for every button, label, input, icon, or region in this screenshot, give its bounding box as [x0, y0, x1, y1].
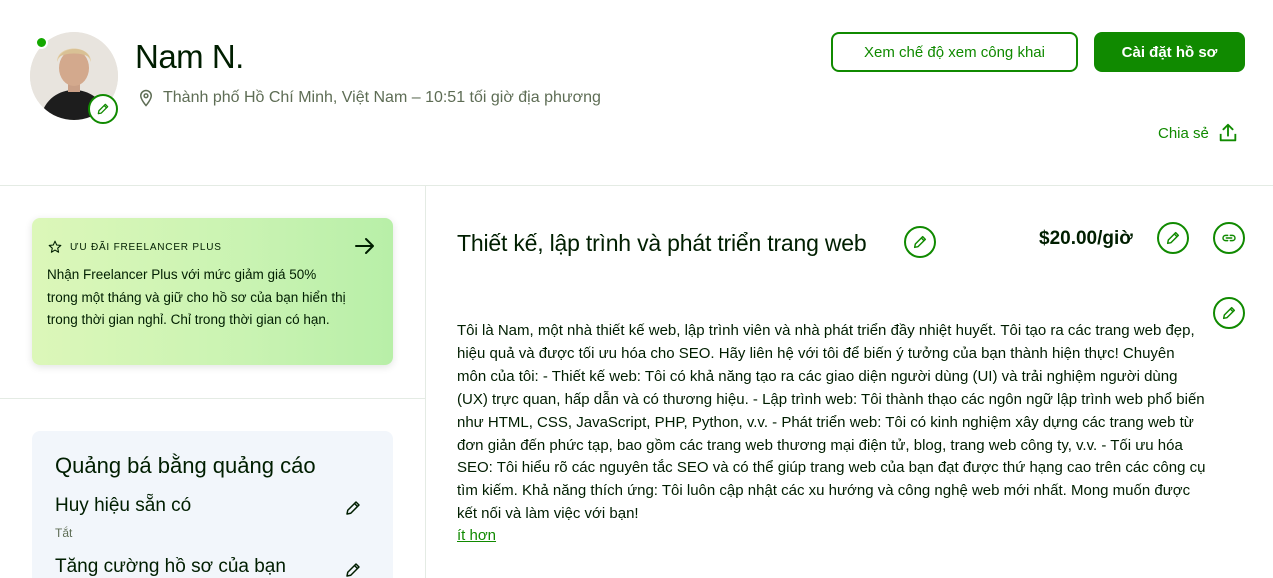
online-status-dot	[35, 36, 48, 49]
main-content: Thiết kế, lập trình và phát triển trang …	[427, 186, 1273, 578]
share-label: Chia sẻ	[1158, 124, 1209, 142]
location-text: Thành phố Hồ Chí Minh, Việt Nam – 10:51 …	[163, 89, 601, 106]
link-icon	[1222, 234, 1236, 242]
promo-tag: ƯU ĐÃI FREELANCER PLUS	[48, 240, 222, 254]
arrow-right-icon	[355, 238, 374, 254]
pencil-icon	[1166, 231, 1180, 245]
profile-name: Nam N.	[135, 38, 244, 75]
copy-link-button[interactable]	[1213, 222, 1245, 254]
freelancer-plus-promo[interactable]: ƯU ĐÃI FREELANCER PLUS Nhận Freelancer P…	[32, 218, 393, 365]
profile-location: Thành phố Hồ Chí Minh, Việt Nam – 10:51 …	[137, 88, 601, 108]
avatar-container	[30, 32, 120, 124]
ads-promotion-card: Quảng bá bằng quảng cáo Huy hiệu sẵn có …	[32, 431, 393, 578]
avatar-edit-button[interactable]	[88, 94, 118, 124]
profile-title: Thiết kế, lập trình và phát triển trang …	[457, 230, 867, 256]
location-pin-icon	[139, 89, 153, 107]
boost-label: Tăng cường hồ sơ của bạn	[55, 556, 286, 577]
left-sidebar: ƯU ĐÃI FREELANCER PLUS Nhận Freelancer P…	[0, 186, 426, 578]
profile-header: Nam N. Thành phố Hồ Chí Minh, Việt Nam –…	[0, 0, 1273, 186]
promo-arrow-button[interactable]	[353, 234, 377, 263]
badge-value: Tắt	[55, 526, 73, 540]
left-divider	[0, 398, 426, 399]
public-view-button[interactable]: Xem chế độ xem công khai	[831, 32, 1078, 72]
pencil-icon	[346, 563, 360, 577]
star-icon	[48, 240, 62, 253]
share-button[interactable]: Chia sẻ	[1158, 122, 1239, 144]
badge-label: Huy hiệu sẵn có	[55, 495, 192, 516]
pencil-icon	[913, 235, 927, 249]
edit-description-button[interactable]	[1213, 297, 1245, 329]
profile-description: Tôi là Nam, một nhà thiết kế web, lập tr…	[457, 322, 1206, 523]
profile-settings-button[interactable]: Cài đặt hồ sơ	[1094, 32, 1245, 72]
promo-tag-text: ƯU ĐÃI FREELANCER PLUS	[70, 241, 222, 253]
pencil-icon	[346, 501, 360, 515]
show-less-link[interactable]: ít hơn	[457, 527, 496, 544]
pencil-icon	[97, 103, 109, 115]
edit-title-button[interactable]	[904, 226, 936, 258]
promo-text: Nhận Freelancer Plus với mức giảm giá 50…	[47, 267, 346, 327]
ads-title: Quảng bá bằng quảng cáo	[55, 453, 316, 478]
pencil-icon	[1222, 306, 1236, 320]
edit-rate-button[interactable]	[1157, 222, 1189, 254]
edit-badge-button[interactable]	[344, 499, 362, 522]
share-icon	[1219, 123, 1237, 142]
edit-boost-button[interactable]	[344, 561, 362, 578]
hourly-rate: $20.00/giờ	[1039, 228, 1133, 249]
